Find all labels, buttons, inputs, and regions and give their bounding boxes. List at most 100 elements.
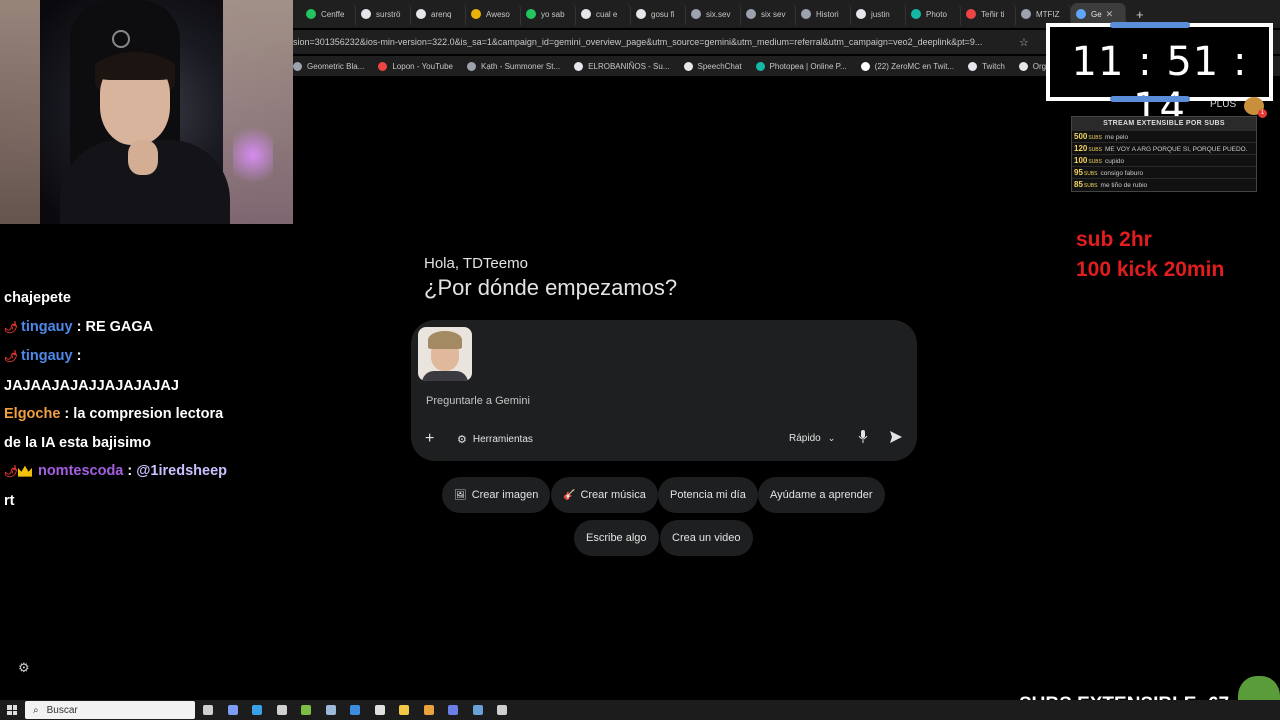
avatar[interactable]: 1 — [1244, 97, 1267, 118]
bookmark-item[interactable]: Twitch — [968, 61, 1005, 71]
subs-goal-text: consigo faburo — [1100, 170, 1144, 177]
subs-goal-table: STREAM EXTENSIBLE POR SUBS 500SUBS me pel… — [1071, 116, 1257, 192]
suggestion-chip[interactable]: Escribe algo — [574, 520, 659, 556]
bookmark-item[interactable]: (22) ZeroMC en Twit... — [860, 61, 955, 71]
explorer-icon[interactable] — [399, 705, 409, 715]
tab[interactable]: Cenffe — [301, 3, 356, 25]
prompt-box[interactable]: + ⚙ Herramientas Rápido ⌄ — [411, 320, 917, 461]
tab-favicon-icon — [1021, 9, 1031, 19]
bookmark-item[interactable]: Kạth - Summoner St... — [467, 61, 560, 71]
tab[interactable]: Aweso — [466, 3, 521, 25]
bookmark-favicon-icon — [683, 61, 693, 71]
tab[interactable]: gosu fi — [631, 3, 686, 25]
bookmark-item[interactable]: Lopon - YouTube — [378, 61, 454, 71]
timer-bar-bottom — [1110, 96, 1190, 102]
streamer-fringe — [95, 54, 175, 80]
new-tab-button[interactable]: + — [1136, 7, 1144, 22]
add-attachment-button[interactable]: + — [425, 430, 434, 448]
bookmark-item[interactable]: SpeechChat — [683, 61, 742, 71]
capcut-icon[interactable] — [374, 705, 385, 715]
chat-username[interactable]: Elgoche — [4, 406, 60, 422]
attached-image-thumbnail[interactable] — [418, 327, 472, 381]
xbox-icon[interactable] — [301, 705, 311, 715]
task-view-icon[interactable] — [203, 705, 213, 715]
subs-goal-row: 500SUBS me pelo — [1072, 130, 1256, 142]
edge-icon[interactable] — [252, 705, 262, 715]
tab[interactable]: six.sev — [686, 3, 741, 25]
chat-username[interactable]: nomtescoda — [38, 463, 123, 479]
send-icon[interactable] — [889, 430, 903, 444]
microphone-icon[interactable] — [858, 430, 868, 444]
discord-icon[interactable] — [448, 705, 458, 715]
image-icon: 🖼 — [454, 489, 467, 501]
start-button[interactable] — [7, 705, 17, 715]
chat-message: JAJAAJAJAJJAJAJAJAJ — [4, 374, 249, 399]
tab[interactable]: Histori — [796, 3, 851, 25]
suggestion-chip[interactable]: Ayúdame a aprender — [758, 477, 885, 513]
chat-settings-gear-icon[interactable]: ⚙ — [18, 660, 32, 675]
tab[interactable]: yo sab — [521, 3, 576, 25]
tab-favicon-icon — [306, 9, 316, 19]
tab-label: six sev — [761, 9, 786, 19]
chat-text: rt — [4, 492, 15, 509]
subs-goal-text: me pelo — [1104, 134, 1129, 141]
subs-goal-row: 95SUBS consigo faburo — [1072, 166, 1256, 178]
bookmark-item[interactable]: Geometric Bla... — [293, 61, 364, 71]
subs-goal-number: 120 — [1074, 144, 1088, 153]
chrome-icon[interactable] — [423, 705, 434, 715]
search-input[interactable] — [46, 704, 177, 716]
webcam-background-right — [223, 0, 293, 224]
tab[interactable]: Teñir ti — [961, 3, 1016, 25]
subs-goal-row: 100SUBS cupido — [1072, 154, 1256, 166]
tab[interactable]: surströ — [356, 3, 411, 25]
bookmark-label: (22) ZeroMC en Twit... — [874, 61, 955, 71]
suggestion-chip[interactable]: Potencia mi día — [658, 477, 758, 513]
subs-goal-unit: SUBS — [1088, 159, 1102, 165]
bookmark-item[interactable]: Photopea | Online P... — [755, 61, 847, 71]
chat-text: chajepete — [4, 290, 71, 306]
tab[interactable]: arenq — [411, 3, 466, 25]
chat-username[interactable]: tingauy — [21, 348, 73, 364]
tools-button[interactable]: ⚙ Herramientas — [457, 433, 533, 446]
tab[interactable]: justin — [851, 3, 906, 25]
store-icon[interactable] — [276, 705, 287, 715]
model-mode-dropdown[interactable]: Rápido ⌄ — [789, 433, 835, 444]
subs-goal-unit: SUBS — [1083, 171, 1098, 177]
suggestion-chip[interactable]: Crea un video — [660, 520, 753, 556]
tab[interactable]: cual e — [576, 3, 631, 25]
suggestion-chip[interactable]: 🖼 Crear imagen — [442, 477, 551, 513]
url-text[interactable]: sion=301356232&ios-min-version=322.0&is_… — [293, 37, 1013, 47]
guitar-icon: 🎸 — [563, 489, 576, 501]
taskbar-search[interactable]: ⌕ — [25, 701, 195, 719]
chat-message: 🌶 nomtescoda : @1iredsheep — [4, 459, 249, 485]
bookmark-favicon-icon — [574, 61, 584, 71]
chat-username[interactable]: tingauy — [21, 319, 73, 335]
chip-label: Potencia mi día — [670, 489, 746, 501]
subs-goal-number: 100 — [1074, 156, 1088, 165]
tab-label: yo sab — [541, 9, 565, 19]
close-tab-icon[interactable]: ✕ — [1106, 9, 1114, 20]
bookmark-label: Lopon - YouTube — [392, 61, 454, 71]
keyboard-icon[interactable] — [325, 705, 336, 715]
steam-icon[interactable] — [472, 705, 483, 715]
suggestion-chip[interactable]: 🎸 Crear música — [551, 477, 658, 513]
prompt-input[interactable] — [426, 392, 896, 410]
subs-goal-text: ME VOY A ARG PORQUE SI, PORQUE PUEDO. — [1104, 146, 1248, 153]
tab[interactable]: six sev — [741, 3, 796, 25]
plus-badge[interactable]: PLUS — [1210, 99, 1236, 110]
bookmark-item[interactable]: ELROBANIÑOS - Su... — [574, 61, 670, 71]
chat-mention[interactable]: @1iredsheep — [136, 463, 227, 479]
sub-note-hours: sub 2hr — [1076, 228, 1152, 251]
tab[interactable]: Photo — [906, 3, 961, 25]
bookmark-favicon-icon — [968, 61, 978, 71]
obs-icon[interactable] — [497, 705, 507, 715]
bookmark-star-icon[interactable]: ☆ — [1019, 36, 1029, 49]
subs-goal-text: me tiño de rubio — [1100, 182, 1148, 189]
tab[interactable]: MTFIZ — [1016, 3, 1071, 25]
chat-text: : — [123, 463, 137, 479]
mail-icon[interactable] — [350, 705, 360, 715]
copilot-icon[interactable] — [227, 705, 238, 715]
subs-goal-unit: SUBS — [1088, 147, 1102, 153]
tools-icon: ⚙ — [457, 434, 467, 446]
mode-label: Rápido — [789, 433, 821, 444]
